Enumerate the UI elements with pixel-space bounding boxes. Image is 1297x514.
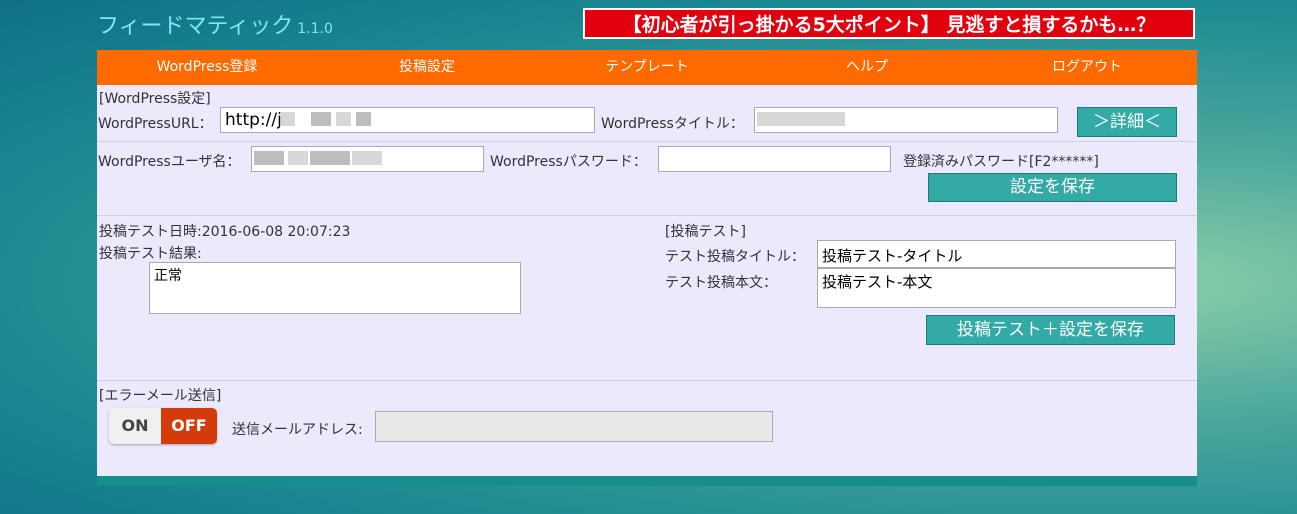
wp-user-input[interactable] <box>251 146 484 172</box>
nav-help[interactable]: ヘルプ <box>757 50 977 85</box>
wp-password-label: WordPressパスワード： <box>490 154 647 170</box>
toggle-on[interactable]: ON <box>109 408 161 444</box>
nav-wordpress-register[interactable]: WordPress登録 <box>97 50 317 85</box>
send-mail-address-label: 送信メールアドレス: <box>232 422 363 438</box>
post-test-save-button[interactable]: 投稿テスト＋設定を保存 <box>926 315 1175 345</box>
wp-settings-title: [WordPress設定] <box>99 91 211 107</box>
post-test-title: [投稿テスト] <box>665 224 746 240</box>
wp-title-input[interactable] <box>754 107 1058 133</box>
test-post-body-label: テスト投稿本文： <box>665 275 777 291</box>
save-settings-button[interactable]: 設定を保存 <box>928 173 1177 202</box>
divider <box>97 141 1197 142</box>
main-panel: WordPress登録 投稿設定 テンプレート ヘルプ ログアウト [WordP… <box>97 50 1197 476</box>
post-test-result-label: 投稿テスト結果: <box>99 246 202 262</box>
test-post-body-value: 投稿テスト-本文 <box>822 273 933 291</box>
toggle-off[interactable]: OFF <box>161 408 217 444</box>
wp-url-label: WordPressURL： <box>98 116 213 132</box>
test-post-title-input[interactable]: 投稿テスト-タイトル <box>817 240 1176 268</box>
bottom-bar <box>97 476 1197 486</box>
test-post-title-label: テスト投稿タイトル： <box>665 249 805 265</box>
nav-post-settings[interactable]: 投稿設定 <box>317 50 537 85</box>
error-mail-toggle[interactable]: ON OFF <box>109 408 217 444</box>
app-version: 1.1.0 <box>297 21 333 37</box>
wp-password-input[interactable] <box>658 146 891 172</box>
wp-url-input[interactable]: http://j <box>220 107 595 133</box>
nav-template[interactable]: テンプレート <box>537 50 757 85</box>
test-post-title-value: 投稿テスト-タイトル <box>822 247 963 265</box>
error-mail-title: [エラーメール送信] <box>99 388 222 404</box>
post-test-result-value: 正常 <box>154 268 182 284</box>
divider <box>97 215 1197 216</box>
nav-logout[interactable]: ログアウト <box>977 50 1197 85</box>
divider <box>97 380 1197 381</box>
send-mail-address-input[interactable] <box>375 411 773 442</box>
wp-url-value: http://j <box>225 110 282 130</box>
post-test-datetime: 投稿テスト日時:2016-06-08 20:07:23 <box>99 224 351 240</box>
promo-banner[interactable]: 【初心者が引っ掛かる5大ポイント】 見逃すと損するかも…？ <box>583 8 1195 39</box>
nav-bar: WordPress登録 投稿設定 テンプレート ヘルプ ログアウト <box>97 50 1197 85</box>
post-test-result-box: 正常 <box>149 262 521 314</box>
detail-button[interactable]: ＞詳細＜ <box>1077 107 1177 137</box>
app-title: フィードマティック 1.1.0 <box>97 8 333 40</box>
test-post-body-textarea[interactable]: 投稿テスト-本文 <box>817 268 1176 308</box>
app-name: フィードマティック <box>97 14 294 39</box>
wp-title-label: WordPressタイトル： <box>601 116 744 132</box>
wp-user-label: WordPressユーザ名： <box>98 154 241 170</box>
registered-password-text: 登録済みパスワード[F2******] <box>903 154 1099 170</box>
